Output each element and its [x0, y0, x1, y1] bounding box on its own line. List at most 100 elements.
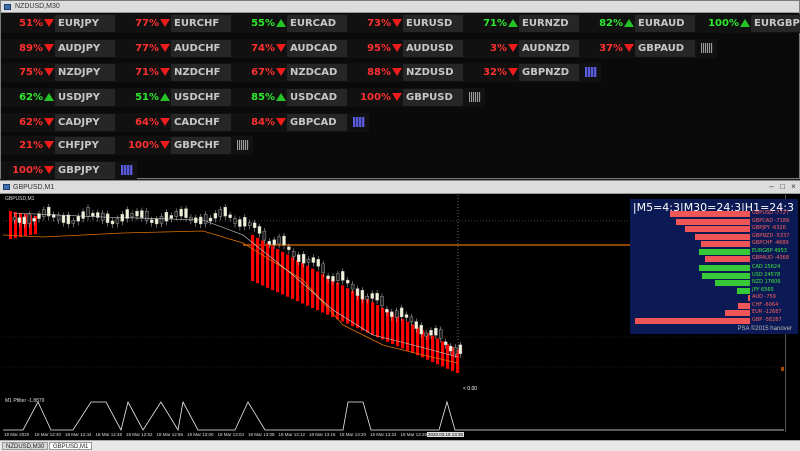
- pair-symbol[interactable]: NZDUSD: [403, 64, 463, 81]
- pair-cell[interactable]: 51% USDCHF: [117, 88, 233, 107]
- chart-window-titlebar[interactable]: GBPUSD,M1 – □ ×: [0, 181, 800, 194]
- strength-label: GBPNZD -5337: [752, 232, 790, 239]
- pair-symbol[interactable]: USDCHF: [171, 89, 231, 106]
- price-marker: < 0.00: [463, 386, 478, 392]
- band-bar: [366, 299, 370, 333]
- candle-body: [145, 211, 149, 221]
- band-bar: [381, 307, 385, 340]
- crosshair-time-label: 2020.03.18 13:35: [427, 432, 465, 437]
- pair-symbol[interactable]: EURCHF: [171, 15, 231, 32]
- minimize-icon[interactable]: –: [767, 182, 776, 191]
- chart-tab[interactable]: NZDUSD,M30: [2, 442, 49, 450]
- pair-cell[interactable]: 71% NZDCHF: [117, 63, 233, 82]
- pair-cell[interactable]: 71% EURNZD: [465, 14, 581, 33]
- pair-cell[interactable]: 75% NZDJPY: [1, 63, 117, 82]
- strength-bar: [694, 233, 750, 240]
- pair-cell[interactable]: 32% GBPNZD: [465, 63, 581, 82]
- pair-symbol[interactable]: AUDCHF: [171, 40, 231, 57]
- pair-symbol[interactable]: GBPJPY: [55, 162, 115, 179]
- pair-cell[interactable]: 74% AUDCAD: [233, 39, 349, 58]
- pair-symbol[interactable]: GBPNZD: [519, 64, 579, 81]
- pair-symbol[interactable]: CADCHF: [171, 114, 231, 131]
- pair-symbol[interactable]: AUDJPY: [55, 40, 115, 57]
- candle-body: [154, 218, 159, 225]
- pair-cell[interactable]: 77% EURCHF: [117, 14, 233, 33]
- strength-percent: 62%: [19, 92, 43, 103]
- chart-tab[interactable]: GBPUSD,M1: [49, 442, 93, 450]
- strength-row: GBPNZD -5337: [630, 233, 798, 240]
- pair-symbol[interactable]: CHFJPY: [55, 137, 115, 154]
- band-bar: [281, 251, 285, 295]
- pair-symbol[interactable]: USDCAD: [287, 89, 347, 106]
- candle-body: [292, 251, 296, 257]
- strength-percent: 67%: [251, 67, 275, 78]
- pair-symbol[interactable]: GBPUSD: [403, 89, 463, 106]
- pair-symbol[interactable]: GBPCHF: [171, 137, 231, 154]
- candle-body: [350, 283, 355, 290]
- pair-symbol[interactable]: EURAUD: [635, 15, 695, 32]
- pair-cell[interactable]: 100% GBPCHF: [117, 136, 233, 155]
- pair-cell[interactable]: 37% GBPAUD: [581, 39, 697, 58]
- pair-symbol[interactable]: NZDCHF: [171, 64, 231, 81]
- strength-percent: 100%: [360, 92, 391, 103]
- pair-cell[interactable]: 3% AUDNZD: [465, 39, 581, 58]
- pair-cell[interactable]: 100% GBPJPY: [1, 161, 117, 180]
- pair-cell[interactable]: 62% USDJPY: [1, 88, 117, 107]
- band-bar: [411, 324, 415, 353]
- strength-percent: 77%: [135, 18, 159, 29]
- matrix-window-titlebar[interactable]: NZDUSD,M30: [1, 1, 799, 13]
- pair-symbol[interactable]: EURCAD: [287, 15, 347, 32]
- matrix-row: 51% EURJPY 77% EURCHF 55% EURCAD 73% EURUSD 71% E…: [1, 14, 800, 33]
- candle-body: [390, 311, 394, 317]
- band-bar: [371, 302, 375, 335]
- pair-cell[interactable]: 77% AUDCHF: [117, 39, 233, 58]
- maximize-icon[interactable]: □: [778, 182, 787, 191]
- candle-body: [140, 210, 144, 218]
- pair-symbol[interactable]: AUDNZD: [519, 40, 579, 57]
- pair-symbol[interactable]: USDJPY: [55, 89, 115, 106]
- pair-symbol[interactable]: CADJPY: [55, 114, 115, 131]
- band-bar: [331, 279, 335, 317]
- pair-cell[interactable]: 82% EURAUD: [581, 14, 697, 33]
- strength-row: EUR -12687: [630, 309, 798, 316]
- candle-body: [419, 324, 423, 335]
- pair-cell[interactable]: 67% NZDCAD: [233, 63, 349, 82]
- pair-cell[interactable]: 100% GBPUSD: [349, 88, 465, 107]
- pair-symbol[interactable]: EURJPY: [55, 15, 115, 32]
- pair-cell[interactable]: 100% EURGBP: [697, 14, 800, 33]
- pair-symbol[interactable]: GBPCAD: [287, 114, 347, 131]
- pair-cell[interactable]: 88% NZDUSD: [349, 63, 465, 82]
- pair-symbol[interactable]: GBPAUD: [635, 40, 695, 57]
- indicator-subwindow[interactable]: M1 Pfilter -1.8879: [3, 396, 784, 432]
- pair-cell[interactable]: 89% AUDJPY: [1, 39, 117, 58]
- strength-percent: 89%: [19, 43, 43, 54]
- pair-symbol[interactable]: AUDCAD: [287, 40, 347, 57]
- time-tick-label: 18 Mar 12:44: [65, 432, 92, 437]
- close-icon[interactable]: ×: [789, 182, 798, 191]
- signal-bars-icon: [469, 92, 481, 102]
- pair-symbol[interactable]: EURNZD: [519, 15, 579, 32]
- pair-cell[interactable]: 73% EURUSD: [349, 14, 465, 33]
- candle-body: [360, 290, 365, 300]
- pair-symbol[interactable]: AUDUSD: [403, 40, 463, 57]
- pair-cell[interactable]: 21% CHFJPY: [1, 136, 117, 155]
- pair-cell[interactable]: 95% AUDUSD: [349, 39, 465, 58]
- pair-symbol[interactable]: EURGBP: [751, 15, 800, 32]
- strength-row: CAD 25624: [630, 264, 798, 271]
- candle-body: [301, 253, 306, 264]
- pair-cell[interactable]: 55% EURCAD: [233, 14, 349, 33]
- strength-row: AUD -759: [630, 294, 798, 301]
- arrow-down-icon: [44, 44, 54, 52]
- strength-percent: 51%: [135, 92, 159, 103]
- pair-symbol[interactable]: NZDJPY: [55, 64, 115, 81]
- strength-label: NZD 17606: [752, 279, 781, 285]
- pair-symbol[interactable]: EURUSD: [403, 15, 463, 32]
- pair-cell[interactable]: 84% GBPCAD: [233, 113, 349, 132]
- strength-bar: [748, 295, 750, 301]
- pair-cell[interactable]: 85% USDCAD: [233, 88, 349, 107]
- pair-cell[interactable]: 51% EURJPY: [1, 14, 117, 33]
- arrow-down-icon: [44, 68, 54, 76]
- pair-cell[interactable]: 64% CADCHF: [117, 113, 233, 132]
- pair-cell[interactable]: 62% CADJPY: [1, 113, 117, 132]
- pair-symbol[interactable]: NZDCAD: [287, 64, 347, 81]
